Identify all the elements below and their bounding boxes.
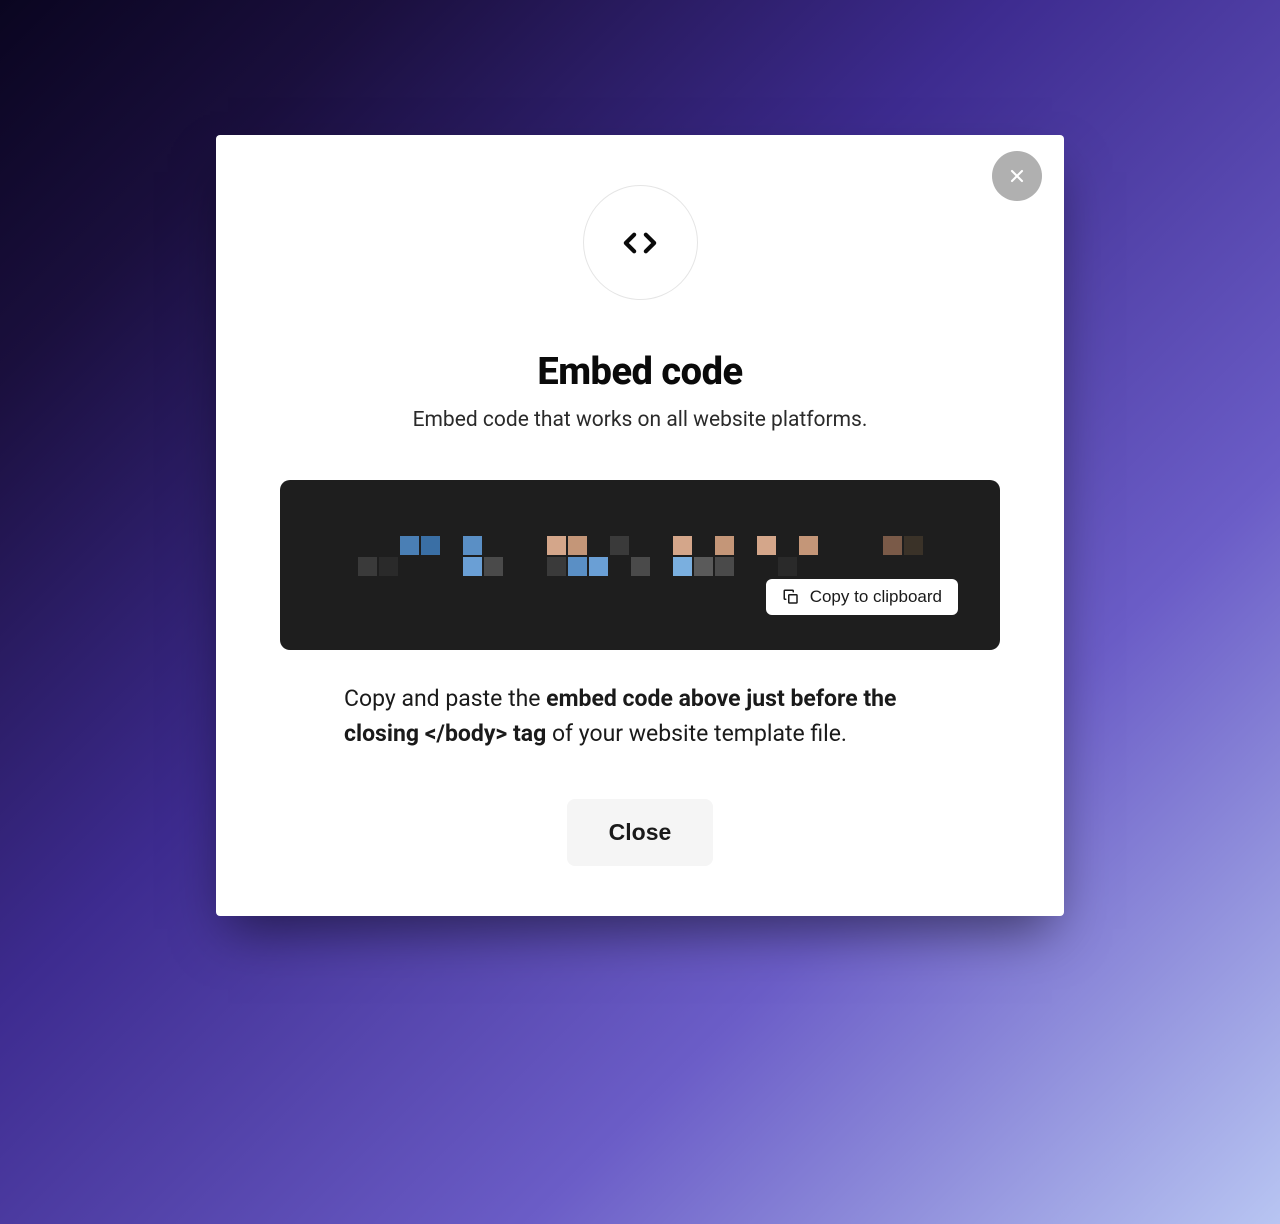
embed-code-modal: Embed code Embed code that works on all … xyxy=(216,135,1064,916)
copy-to-clipboard-button[interactable]: Copy to clipboard xyxy=(766,579,958,615)
instruction-suffix: of your website template file. xyxy=(546,720,847,747)
close-modal-button[interactable] xyxy=(992,151,1042,201)
close-icon xyxy=(1007,166,1027,186)
copy-button-label: Copy to clipboard xyxy=(810,587,942,607)
code-snippet-block: Copy to clipboard xyxy=(280,480,1000,650)
code-brackets-icon xyxy=(620,223,660,263)
instruction-text: Copy and paste the embed code above just… xyxy=(344,682,936,751)
code-icon-circle xyxy=(583,185,698,300)
close-button[interactable]: Close xyxy=(567,799,714,866)
modal-subtitle: Embed code that works on all website pla… xyxy=(266,408,1014,432)
modal-title: Embed code xyxy=(266,350,1014,394)
instruction-prefix: Copy and paste the xyxy=(344,685,546,712)
obscured-code-content xyxy=(330,536,950,576)
copy-icon xyxy=(782,588,800,606)
